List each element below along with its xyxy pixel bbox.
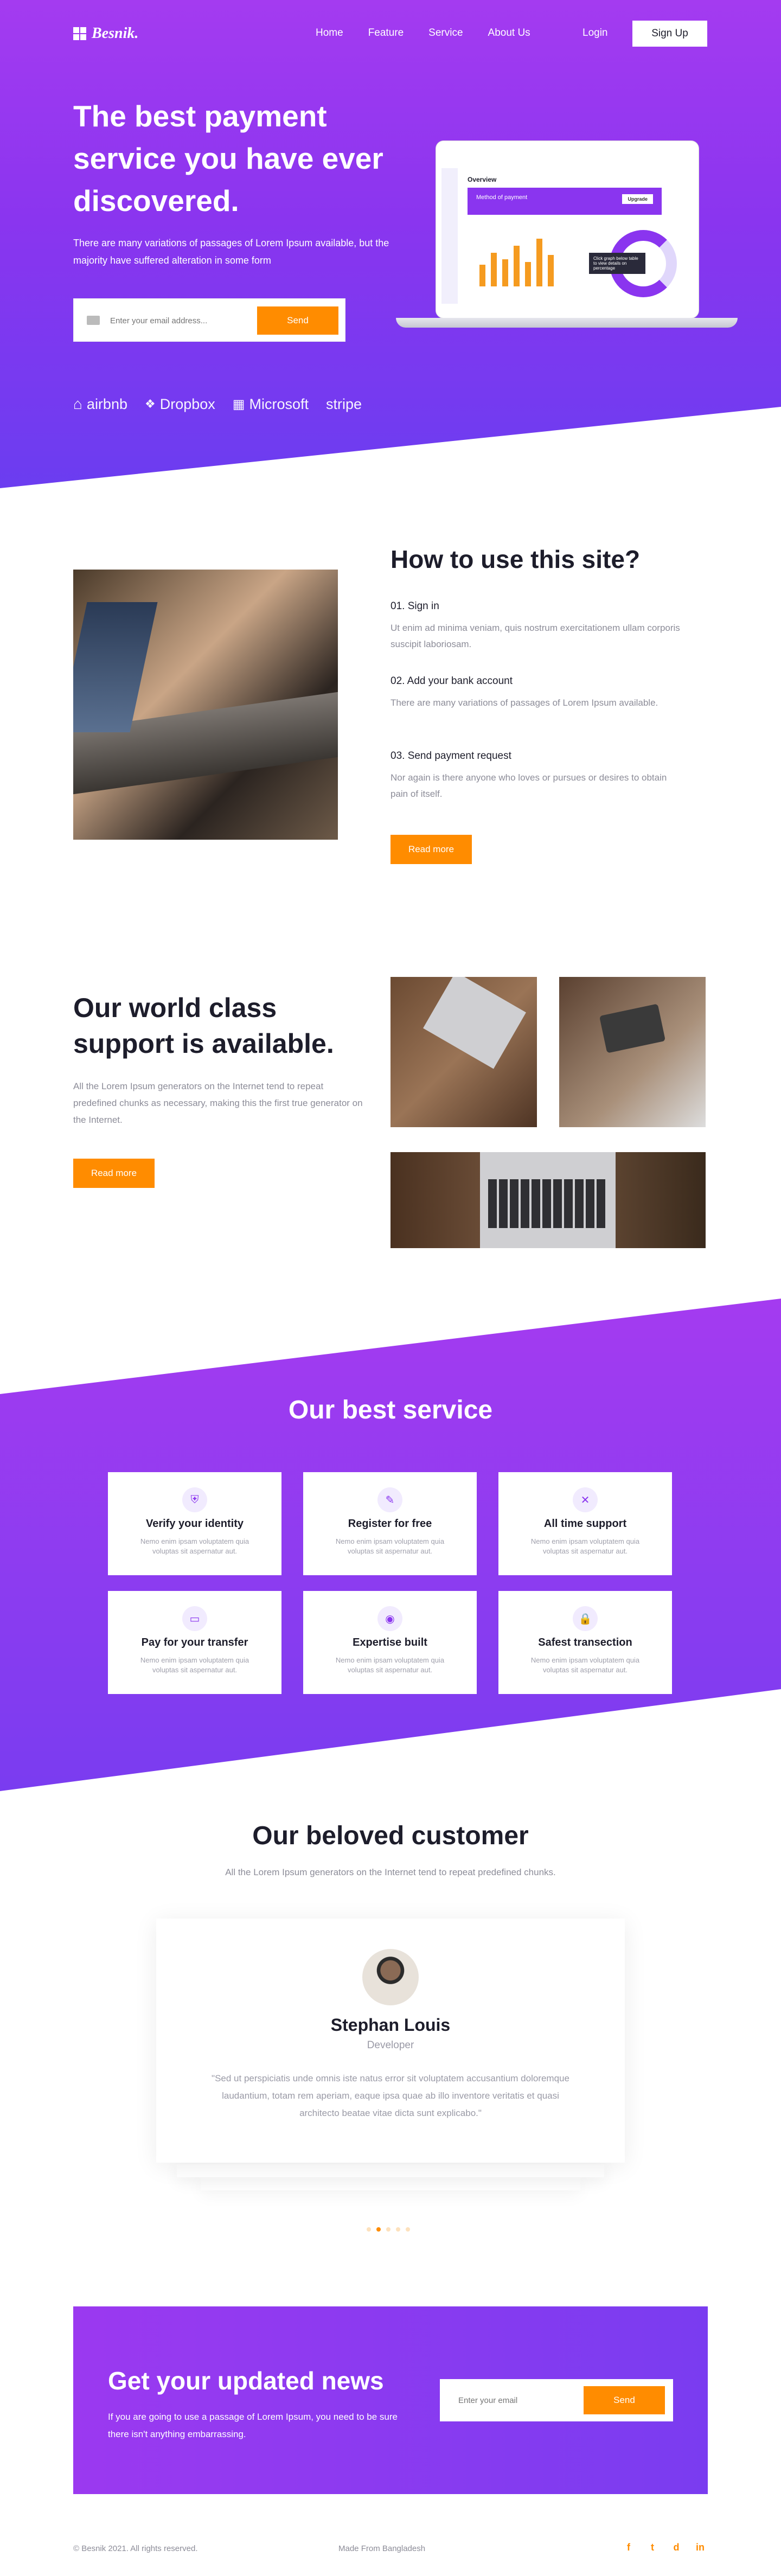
customer-quote: "Sed ut perspiciatis unde omnis iste nat… [212, 2073, 569, 2118]
facebook-icon[interactable]: f [624, 2542, 633, 2553]
dashboard-sidebar [441, 168, 458, 304]
carousel-dot[interactable] [406, 2227, 410, 2232]
service-card-expertise[interactable]: ◉ Expertise built Nemo enim ipsam volupta… [303, 1591, 477, 1694]
testimonial-stack-mid [177, 2164, 604, 2177]
how-read-more-button[interactable]: Read more [390, 835, 472, 864]
card-icon: ▭ [182, 1606, 207, 1631]
nav-about[interactable]: About Us [488, 27, 530, 39]
edit-icon: ✎ [377, 1487, 402, 1512]
service-card-pay[interactable]: ▭ Pay for your transfer Nemo enim ipsam v… [108, 1591, 281, 1694]
customer-title: Our beloved customer [252, 1821, 529, 1850]
step-1: 01. Sign in Ut enim ad minima veniam, qui… [390, 600, 680, 649]
newsletter-form: Send [440, 2379, 673, 2421]
made-from: Made From Bangladesh [338, 2544, 426, 2553]
logo-grid-icon [73, 27, 86, 40]
customer-role: Developer [367, 2040, 414, 2051]
support-photo-2 [559, 977, 706, 1127]
news-title: Get your updated news [108, 2367, 384, 2395]
hero-signup-form: Send [73, 298, 345, 342]
twitter-icon[interactable]: t [648, 2542, 657, 2553]
dashboard-overview: Overview [468, 176, 497, 183]
carousel-dot-active[interactable] [376, 2227, 381, 2232]
support-desc: All the Lorem Ipsum generators on the In… [73, 1081, 363, 1125]
airbnb-icon: ⌂ [73, 395, 82, 412]
tools-icon: ✕ [573, 1487, 598, 1512]
brand-stripe: stripe [326, 395, 362, 412]
service-card-support[interactable]: ✕ All time support Nemo enim ipsam volupt… [498, 1472, 672, 1575]
graph-tooltip: Click graph below table to view details … [589, 253, 645, 274]
mail-icon [87, 316, 100, 325]
brand-logos: ⌂ airbnb ❖ Dropbox ▦ Microsoft stripe [73, 395, 362, 413]
dropbox-icon: ❖ [144, 397, 156, 411]
microsoft-icon: ▦ [232, 397, 245, 412]
brand-microsoft: ▦ Microsoft [232, 395, 309, 412]
signup-button[interactable]: Sign Up [632, 21, 707, 47]
logo[interactable]: Besnik. [73, 25, 138, 42]
shield-icon: ⛨ [182, 1487, 207, 1512]
news-desc: If you are going to use a passage of Lor… [108, 2412, 398, 2439]
login-link[interactable]: Login [582, 27, 608, 39]
how-title: How to use this site? [390, 545, 641, 573]
laptop-mockup: Overview Method of payment Upgrade Click … [396, 139, 738, 334]
avatar [362, 1949, 419, 2005]
eye-icon: ◉ [377, 1606, 402, 1631]
brand-airbnb: ⌂ airbnb [73, 395, 127, 412]
news-email-input[interactable] [458, 2392, 567, 2408]
service-title: Our best service [288, 1396, 493, 1424]
email-input[interactable] [110, 312, 251, 329]
landing-page: Besnik. Home Feature Service About Us Lo… [0, 0, 781, 2576]
newsletter-section: Get your updated news If you are going t… [73, 2306, 708, 2494]
hero-title: The best payment service you have ever d… [73, 99, 383, 218]
nav-home[interactable]: Home [316, 27, 343, 39]
send-button[interactable]: Send [257, 306, 338, 335]
laptop-base [396, 318, 738, 328]
customer-name: Stephan Louis [330, 2015, 451, 2035]
laptop-typing-photo [73, 570, 338, 840]
testimonial-stack-back [201, 2177, 580, 2190]
copyright: © Besnik 2021. All rights reserved. [73, 2544, 198, 2553]
nav-feature[interactable]: Feature [368, 27, 404, 39]
lock-icon: 🔒 [573, 1606, 598, 1631]
service-card-verify[interactable]: ⛨ Verify your identity Nemo enim ipsam vo… [108, 1472, 281, 1575]
support-photo-3 [390, 1152, 706, 1248]
testimonial-card: Stephan Louis Developer "Sed ut perspici… [156, 1919, 625, 2163]
customer-subtitle: All the Lorem Ipsum generators on the In… [225, 1867, 556, 1877]
step-2: 02. Add your bank account There are many … [390, 675, 658, 708]
support-title: Our world class support is available. [73, 993, 334, 1059]
support-read-more-button[interactable]: Read more [73, 1159, 155, 1188]
dashboard-screen: Overview Method of payment Upgrade Click … [436, 141, 699, 318]
logo-text: Besnik. [92, 25, 139, 42]
main-nav: Home Feature Service About Us [316, 27, 530, 39]
news-send-button[interactable]: Send [584, 2386, 665, 2414]
support-photo-1 [390, 977, 537, 1127]
dribbble-icon[interactable]: d [671, 2542, 681, 2553]
nav-service[interactable]: Service [428, 27, 463, 39]
hero-subtitle: There are many variations of passages of… [73, 238, 389, 266]
service-card-safe[interactable]: 🔒 Safest transection Nemo enim ipsam volu… [498, 1591, 672, 1694]
carousel-dot[interactable] [386, 2227, 390, 2232]
payment-method-bar: Method of payment Upgrade [468, 188, 662, 215]
brand-dropbox: ❖ Dropbox [144, 395, 215, 412]
carousel-dot[interactable] [367, 2227, 371, 2232]
step-3: 03. Send payment request Nor again is the… [390, 750, 667, 799]
bar-graph [479, 238, 554, 286]
social-links: f t d in [624, 2542, 705, 2553]
service-card-register[interactable]: ✎ Register for free Nemo enim ipsam volup… [303, 1472, 477, 1575]
linkedin-icon[interactable]: in [695, 2542, 705, 2553]
carousel-dot[interactable] [396, 2227, 400, 2232]
carousel-dots [367, 2227, 410, 2232]
